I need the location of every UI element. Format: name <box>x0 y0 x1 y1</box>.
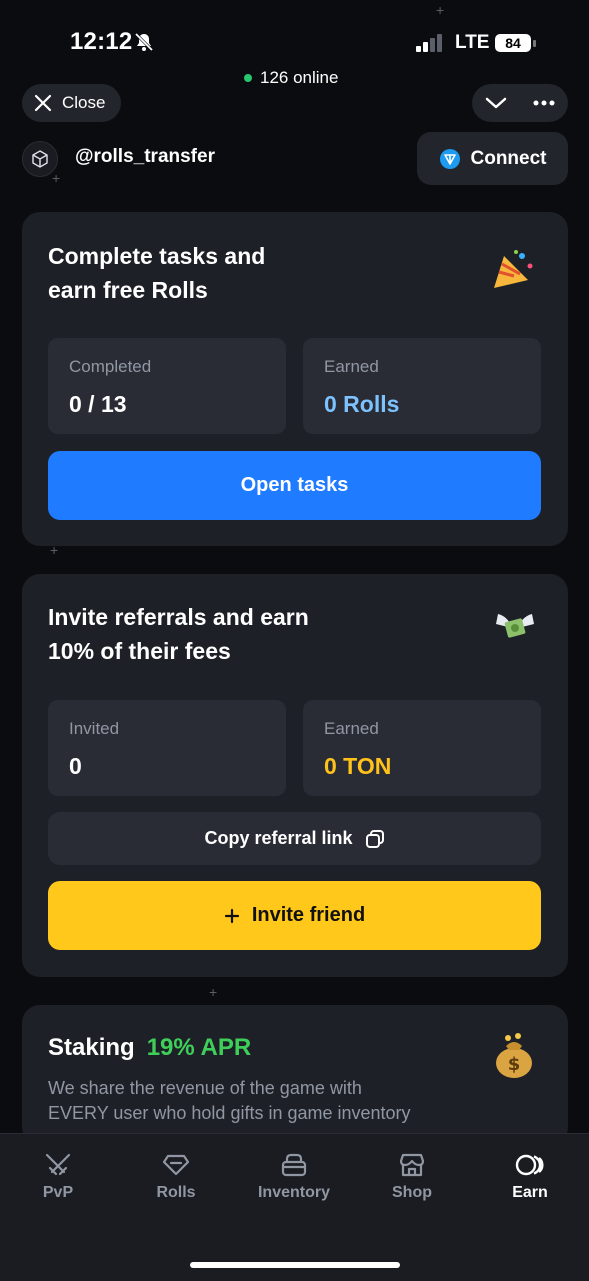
completed-value: 0 / 13 <box>69 391 127 417</box>
sparkle-icon: + <box>50 542 59 558</box>
tab-shop[interactable]: Shop <box>357 1152 467 1202</box>
earned-rolls-value: 0 Rolls <box>324 391 400 417</box>
referral-title-line2: 10% of their fees <box>48 638 231 664</box>
copy-referral-button[interactable]: Copy referral link <box>48 812 541 865</box>
tasks-title: Complete tasks and earn free Rolls <box>48 239 265 307</box>
staking-description-line1: We share the revenue of the game with <box>48 1078 362 1098</box>
staking-description: We share the revenue of the game with EV… <box>48 1076 411 1126</box>
staking-description-line2: EVERY user who hold gifts in game invent… <box>48 1103 411 1123</box>
sparkle-icon: + <box>52 170 61 186</box>
tab-earn-label: Earn <box>512 1184 548 1201</box>
open-tasks-button[interactable]: Open tasks <box>48 451 541 520</box>
online-count: 126 online <box>260 68 339 87</box>
ton-icon <box>439 148 460 169</box>
tab-pvp-label: PvP <box>42 1184 74 1201</box>
completed-stat: Completed 0 / 13 <box>48 338 286 434</box>
tasks-card: Complete tasks and earn free Rolls Compl… <box>22 212 568 546</box>
invited-stat: Invited 0 <box>48 700 286 796</box>
staking-title-row: Staking 19% APR <box>48 1034 251 1062</box>
staking-card: Staking 19% APR $ We share the revenue o… <box>22 1005 568 1145</box>
earned-ton-stat: Earned 0 TON <box>303 700 541 796</box>
home-indicator <box>190 1262 400 1268</box>
connect-wallet-button[interactable]: Connect <box>417 132 568 185</box>
staking-apr: 19% APR <box>146 1034 252 1061</box>
sparkle-icon: + <box>436 2 445 18</box>
bottom-tab-bar: PvP Rolls Inventory Shop Earn <box>0 1133 589 1281</box>
tab-shop-label: Shop <box>392 1184 432 1201</box>
menu-pill <box>472 84 568 122</box>
tasks-title-line2: earn free Rolls <box>48 277 208 303</box>
tab-rolls-label: Rolls <box>156 1184 196 1201</box>
invited-value: 0 <box>69 753 82 779</box>
status-time: 12:12 <box>70 28 133 55</box>
chevron-down-icon[interactable] <box>485 96 507 110</box>
cube-icon <box>32 150 48 168</box>
tab-pvp[interactable]: PvP <box>3 1152 113 1202</box>
signal-icon <box>416 34 442 52</box>
referral-title: Invite referrals and earn 10% of their f… <box>48 600 309 668</box>
bell-muted-icon <box>134 32 154 52</box>
referral-card: Invite referrals and earn 10% of their f… <box>22 574 568 977</box>
swords-icon <box>45 1153 71 1176</box>
referral-title-line1: Invite referrals and earn <box>48 604 309 630</box>
earned-ton-value: 0 TON <box>324 753 392 779</box>
svg-text:$: $ <box>508 1054 521 1075</box>
network-type: LTE <box>455 32 490 53</box>
username: @rolls_transfer <box>75 146 215 167</box>
close-label: Close <box>62 93 106 112</box>
plus-icon <box>224 908 239 923</box>
sparkle-icon: + <box>209 984 218 1000</box>
connect-label: Connect <box>470 147 547 169</box>
close-button[interactable]: Close <box>22 84 122 122</box>
party-popper-icon <box>494 250 533 288</box>
gem-icon <box>162 1154 190 1176</box>
tab-inventory-label: Inventory <box>257 1184 330 1201</box>
invited-label: Invited <box>69 719 120 738</box>
close-icon <box>34 94 52 112</box>
more-icon[interactable] <box>533 100 555 106</box>
money-wings-icon <box>496 614 534 638</box>
battery-icon: 84 <box>495 33 537 53</box>
tab-inventory[interactable]: Inventory <box>239 1152 349 1202</box>
battery-level: 84 <box>495 34 531 52</box>
online-dot <box>244 74 252 82</box>
earned-rolls-stat: Earned 0 Rolls <box>303 338 541 434</box>
earn-icon <box>515 1154 544 1176</box>
copy-referral-label: Copy referral link <box>204 828 353 848</box>
open-tasks-label: Open tasks <box>240 474 349 496</box>
invite-friend-button[interactable]: Invite friend <box>48 881 541 950</box>
copy-icon <box>365 829 384 848</box>
invite-friend-label: Invite friend <box>251 904 366 926</box>
earned-label: Earned <box>324 357 379 376</box>
completed-label: Completed <box>69 357 152 376</box>
box-icon <box>281 1153 307 1177</box>
money-bag-icon: $ <box>496 1033 532 1078</box>
tab-rolls[interactable]: Rolls <box>121 1152 231 1202</box>
earned-ton-label: Earned <box>324 719 379 738</box>
staking-title: Staking <box>48 1034 135 1061</box>
online-indicator: 126 online <box>244 68 338 88</box>
tasks-title-line1: Complete tasks and <box>48 243 266 269</box>
store-icon <box>399 1153 425 1177</box>
tab-earn[interactable]: Earn <box>475 1152 585 1202</box>
